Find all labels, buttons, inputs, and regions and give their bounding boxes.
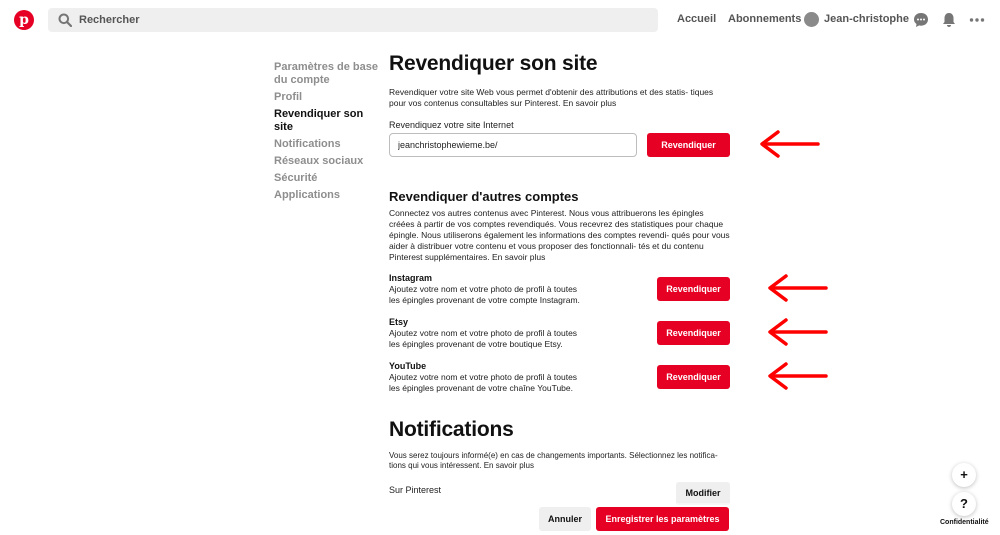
footer-bar: [0, 503, 1000, 535]
etsy-desc-line2: les épingles provenant de votre boutique…: [389, 339, 563, 349]
notifications-title: Notifications: [389, 418, 514, 441]
save-settings-button[interactable]: Enregistrer les paramètres: [596, 507, 729, 531]
sidebar-item-basic-settings[interactable]: Paramètres de base du compte: [274, 61, 384, 87]
other-accounts-description: Connectez vos autres contenus avec Pinte…: [389, 208, 730, 262]
search-icon: [58, 13, 72, 27]
instagram-title: Instagram: [389, 273, 433, 283]
settings-sidebar: Paramètres de base du compte Profil Reve…: [274, 61, 384, 206]
search-placeholder[interactable]: Rechercher: [79, 14, 140, 26]
etsy-title: Etsy: [389, 317, 409, 327]
claim-website-button[interactable]: Revendiquer: [647, 133, 730, 157]
sidebar-item-security[interactable]: Sécurité: [274, 172, 384, 185]
search-bar[interactable]: Rechercher: [48, 8, 658, 32]
youtube-desc-line1: Ajoutez votre nom et votre photo de prof…: [389, 372, 578, 382]
sidebar-item-apps[interactable]: Applications: [274, 189, 384, 202]
red-arrow-annotation-icon: [760, 130, 820, 158]
on-pinterest-label: Sur Pinterest: [389, 485, 442, 495]
other-accounts-title: Revendiquer d'autres comptes: [389, 189, 579, 204]
website-url-input[interactable]: [389, 133, 637, 157]
nav-home-link[interactable]: Accueil: [677, 13, 716, 25]
sidebar-item-profile[interactable]: Profil: [274, 91, 384, 104]
pinterest-logo-icon[interactable]: p: [14, 10, 34, 30]
claim-youtube-button[interactable]: Revendiquer: [657, 365, 730, 389]
claim-description: Revendiquer votre site Web vous permet d…: [389, 87, 714, 108]
youtube-desc-line2: les épingles provenant de votre chaîne Y…: [389, 383, 573, 393]
claim-instagram-button[interactable]: Revendiquer: [657, 277, 730, 301]
red-arrow-annotation-icon: [768, 318, 828, 346]
sidebar-item-claim[interactable]: Revendiquer son site: [274, 108, 384, 134]
avatar[interactable]: [804, 12, 819, 27]
user-name-link[interactable]: Jean-christophe: [824, 13, 909, 25]
more-options-icon[interactable]: [968, 11, 986, 29]
notifications-description: Vous serez toujours informé(e) en cas de…: [389, 451, 718, 470]
sidebar-item-notifications[interactable]: Notifications: [274, 138, 384, 151]
claim-input-label: Revendiquez votre site Internet: [389, 120, 514, 130]
notifications-bell-icon[interactable]: [940, 11, 958, 29]
instagram-desc-line1: Ajoutez votre nom et votre photo de prof…: [389, 284, 578, 294]
top-bar: p Rechercher Accueil Abonnements Jean-ch…: [0, 0, 1000, 40]
messages-icon[interactable]: [912, 11, 930, 29]
red-arrow-annotation-icon: [768, 274, 828, 302]
help-button[interactable]: ?: [952, 492, 976, 516]
cancel-button[interactable]: Annuler: [539, 507, 591, 531]
red-arrow-annotation-icon: [768, 362, 828, 390]
add-plus-button[interactable]: +: [952, 463, 976, 487]
youtube-title: YouTube: [389, 361, 427, 371]
nav-following-link[interactable]: Abonnements: [728, 13, 801, 25]
sidebar-item-social-networks[interactable]: Réseaux sociaux: [274, 155, 384, 168]
etsy-desc-line1: Ajoutez votre nom et votre photo de prof…: [389, 328, 578, 338]
modify-button[interactable]: Modifier: [676, 482, 730, 505]
page-title: Revendiquer son site: [389, 52, 598, 75]
privacy-link[interactable]: Confidentialité: [940, 519, 989, 526]
instagram-desc-line2: les épingles provenant de votre compte I…: [389, 295, 580, 305]
claim-etsy-button[interactable]: Revendiquer: [657, 321, 730, 345]
